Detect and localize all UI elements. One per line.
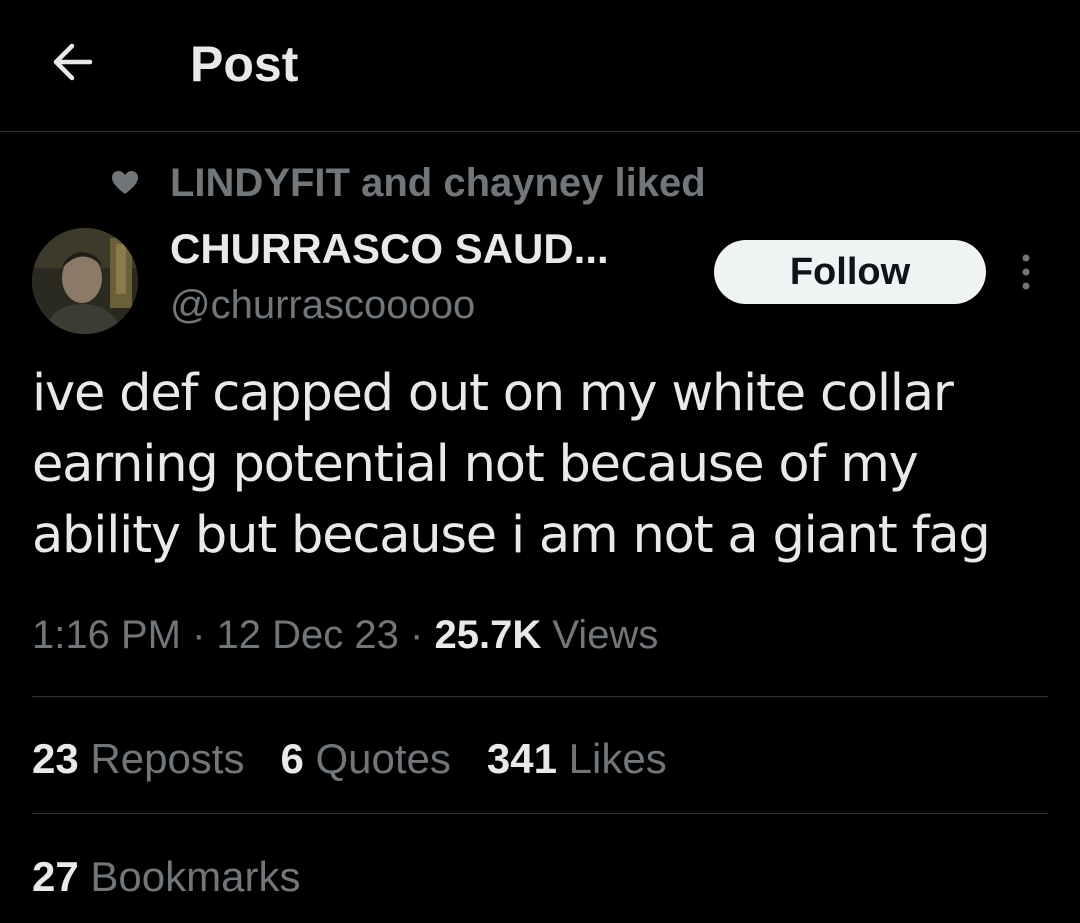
views-count: 25.7K: [434, 613, 542, 657]
reposts-label: Reposts: [90, 735, 245, 782]
more-options-button[interactable]: [1010, 250, 1042, 294]
tweet-time[interactable]: 1:16 PM: [32, 613, 181, 657]
more-vertical-icon: [1022, 254, 1030, 290]
page-title: Post: [190, 36, 299, 92]
meta-separator: ·: [410, 613, 424, 657]
bookmarks-count: 27: [32, 853, 79, 900]
meta-separator: ·: [192, 613, 206, 657]
reposts-stat[interactable]: 23 Reposts: [32, 730, 244, 788]
likes-stat[interactable]: 341 Likes: [487, 730, 667, 788]
avatar[interactable]: [32, 228, 138, 334]
avatar-photo: [32, 228, 138, 334]
social-context-text: LINDYFIT and chayney liked: [170, 160, 706, 205]
arrow-left-icon: [53, 43, 93, 81]
top-bar: Post: [0, 0, 1080, 132]
back-button[interactable]: [46, 34, 102, 90]
likes-count: 341: [486, 735, 557, 782]
follow-button[interactable]: Follow: [714, 240, 986, 304]
engagement-stats: 23 Reposts 6 Quotes 341 Likes: [32, 730, 703, 788]
author-handle[interactable]: @churrascooooo: [170, 280, 475, 330]
tweet-text: ive def capped out on my white collar ea…: [32, 364, 991, 565]
heart-icon: [112, 171, 138, 194]
quotes-stat[interactable]: 6 Quotes: [280, 730, 450, 788]
likes-label: Likes: [568, 735, 667, 782]
bookmarks-label: Bookmarks: [90, 853, 301, 900]
tweet-meta: 1:16 PM · 12 Dec 23 · 25.7K Views: [32, 606, 658, 664]
tweet-date[interactable]: 12 Dec 23: [217, 613, 399, 657]
author-display-name[interactable]: CHURRASCO SAUD...: [170, 222, 609, 276]
bookmarks-stat[interactable]: 27 Bookmarks: [32, 848, 300, 906]
divider: [32, 813, 1048, 814]
views-label: Views: [552, 613, 659, 657]
social-context[interactable]: LINDYFIT and chayney liked: [110, 158, 706, 208]
quotes-count: 6: [280, 735, 304, 782]
reposts-count: 23: [32, 735, 79, 782]
divider: [32, 696, 1048, 697]
quotes-label: Quotes: [315, 735, 451, 782]
